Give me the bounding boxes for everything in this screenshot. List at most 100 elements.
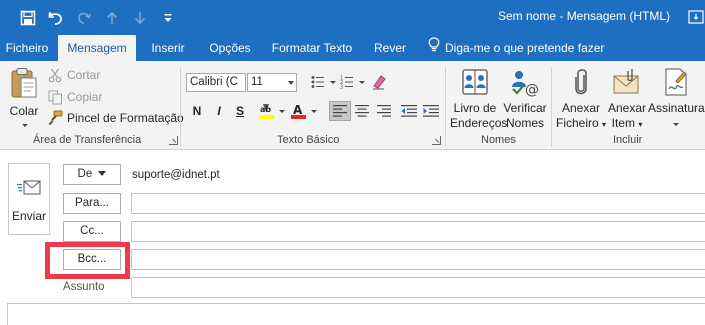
numbering-dropdown-icon[interactable] [359,81,365,84]
paste-label: Colar [9,104,39,118]
attach-item-label-1: Anexar [607,101,647,115]
subject-field[interactable] [131,277,705,298]
font-color-dropdown-icon[interactable] [311,110,317,113]
increase-indent-button[interactable] [420,101,442,121]
cc-field[interactable] [131,221,705,242]
to-button[interactable]: Para... [63,193,121,214]
copy-button[interactable]: Copiar [47,87,102,107]
tell-me-label: Diga-me o que pretende fazer [445,41,605,55]
from-button[interactable]: De [63,164,121,185]
basic-text-group-label: Texto Básico [277,134,340,146]
tab-formatar-texto[interactable]: Formatar Texto [270,35,354,61]
tell-me-search[interactable]: Diga-me o que pretende fazer [428,35,604,61]
lightbulb-icon [428,35,440,61]
paste-dropdown-icon [22,124,28,127]
basic-text-launcher-icon[interactable] [432,136,441,145]
tab-inserir[interactable]: Inserir [146,35,190,61]
down-arrow-icon [126,4,154,32]
align-center-button[interactable] [351,101,373,121]
bold-label: N [192,104,202,118]
svg-text:@: @ [525,82,539,97]
italic-label: I [217,104,221,118]
attach-item-button[interactable]: Anexar Item ▾ [606,65,648,131]
italic-button[interactable]: I [208,101,230,121]
message-body[interactable] [7,303,705,325]
envelope-attach-icon [612,67,642,100]
redo-icon [70,4,98,32]
format-painter-label: Pincel de Formatação [67,111,184,125]
copy-icon [47,89,63,105]
signature-dropdown-icon [673,123,679,126]
ribbon-display-options-icon[interactable] [684,5,705,29]
paste-button[interactable]: Colar [6,65,42,131]
tab-opcoes[interactable]: Opções [204,35,256,61]
quick-access-toolbar [0,0,182,35]
from-button-label: De [77,168,93,180]
paintbrush-icon [47,110,63,126]
underline-button[interactable]: S [229,101,251,121]
bullets-dropdown-icon[interactable] [330,81,336,84]
paperclip-icon [570,67,592,100]
bold-button[interactable]: N [186,101,208,121]
font-size-combo[interactable]: 11 [247,73,297,92]
bullets-button[interactable] [309,72,331,92]
highlight-color-button[interactable]: ab [256,101,278,121]
font-size-value: 11 [251,76,263,88]
underline-label: S [235,104,244,118]
format-painter-button[interactable]: Pincel de Formatação [47,108,184,128]
from-address: suporte@idnet.pt [132,169,220,181]
send-label: Enviar [11,209,46,223]
font-name-combo[interactable]: Calibri (C [186,73,246,92]
cc-button[interactable]: Cc... [63,221,121,242]
clear-formatting-button[interactable] [368,72,390,92]
save-icon[interactable] [14,4,42,32]
clipboard-group-label: Área de Transferência [33,134,142,146]
title-bar: Sem nome - Mensagem (HTML) [0,0,705,35]
cut-button[interactable]: Cortar [47,65,100,85]
signature-button[interactable]: Assinatura [648,65,705,131]
copy-label: Copiar [67,90,103,104]
ribbon-tabs: Ficheiro Mensagem Inserir Opções Formata… [0,35,705,61]
ribbon: Colar Cortar Copiar Pincel de Formatação… [0,61,705,150]
names-group-label: Nomes [481,134,516,146]
font-name-value: Calibri (C [190,76,238,88]
svg-text:ab: ab [260,105,271,114]
subject-label: Assunto [63,281,105,293]
bcc-field[interactable] [131,249,705,270]
tab-ficheiro[interactable]: Ficheiro [2,35,52,61]
highlight-dropdown-icon[interactable] [279,110,285,113]
bcc-highlight-box [45,242,130,279]
tab-mensagem[interactable]: Mensagem [58,35,136,61]
cut-label: Cortar [67,68,101,82]
attach-file-label-1: Anexar [561,101,601,115]
align-right-button[interactable] [373,101,395,121]
include-group-label: Incluir [613,134,643,146]
scissors-icon [47,67,63,83]
send-button[interactable] [8,163,50,235]
address-book-label-2: Endereços [450,116,508,130]
customize-qat-icon[interactable] [154,4,182,32]
numbering-button[interactable]: 123 [338,72,360,92]
clipboard-launcher-icon[interactable] [169,136,178,145]
from-dropdown-icon [98,171,107,177]
check-names-label-1: Verificar [503,101,547,115]
attach-file-button[interactable]: Anexar Ficheiro ▾ [556,65,606,131]
check-names-button[interactable]: @ Verificar Nomes [502,65,548,131]
send-icon [17,178,41,201]
check-names-icon: @ [510,67,540,100]
tab-rever[interactable]: Rever [368,35,412,61]
group-separator [551,67,552,147]
font-color-button[interactable]: A [288,101,310,121]
svg-text:3: 3 [340,85,343,90]
address-book-button[interactable]: Livro de Endereços [450,65,508,131]
align-left-button[interactable] [329,101,351,121]
to-field[interactable] [131,193,705,214]
address-book-label-1: Livro de [453,101,497,115]
attach-item-label-2: Item ▾ [611,116,643,130]
undo-icon[interactable] [42,4,70,32]
group-separator [180,67,181,147]
decrease-indent-button[interactable] [398,101,420,121]
up-arrow-icon [98,4,126,32]
window-title: Sem nome - Mensagem (HTML) [498,9,671,23]
paste-icon [10,67,38,102]
